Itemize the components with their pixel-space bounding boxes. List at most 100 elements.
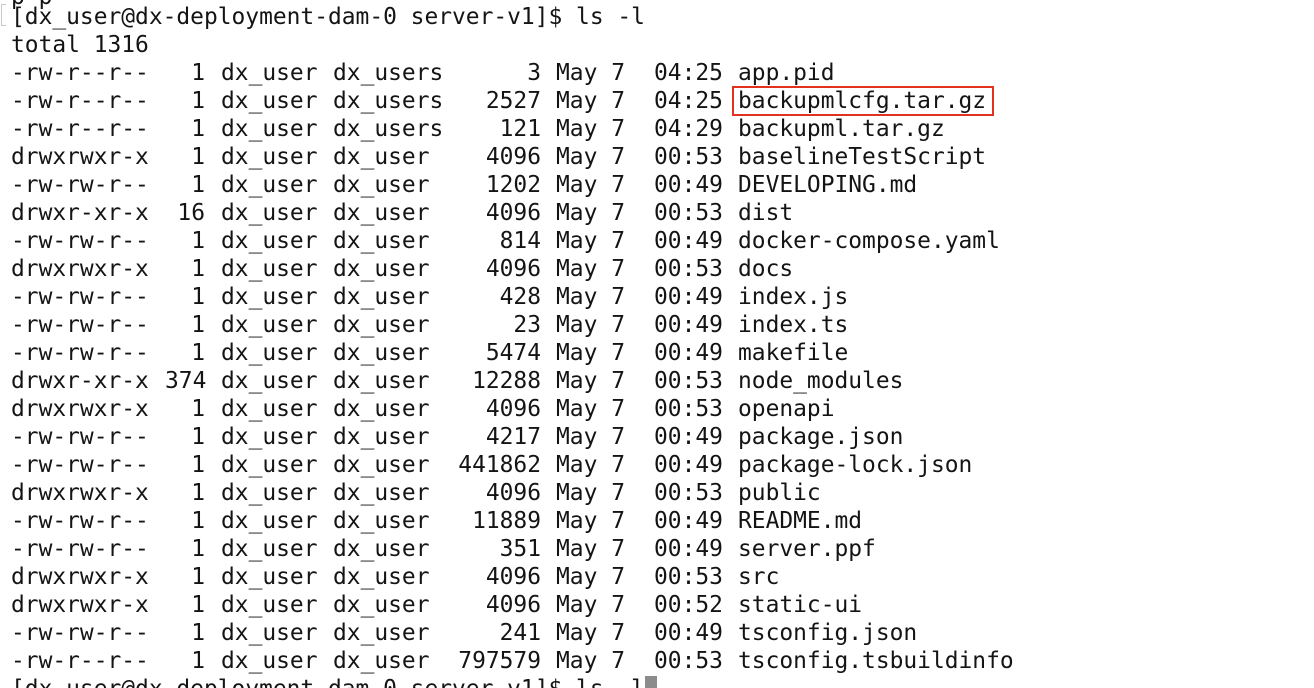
next-prompt-line[interactable]: [dx_user@dx-deployment-dam-0 server-v1]$… xyxy=(11,675,657,688)
owner: dx_user xyxy=(221,144,318,170)
listing-row: drwxrwxr-x 1 dx_user dx_user 4096 May 7 00:53 sr… xyxy=(11,563,1301,591)
owner: dx_user xyxy=(221,340,318,366)
day: 7 xyxy=(611,620,625,646)
link-count: 1 xyxy=(191,256,205,282)
terminal-window[interactable]: p p [dx_user@dx-deployment-dam-0 server-… xyxy=(0,0,1314,688)
month: May xyxy=(556,144,598,170)
month: May xyxy=(556,60,598,86)
line-mark-icon xyxy=(1,4,8,26)
group: dx_user xyxy=(333,200,430,226)
file-name: app.pid xyxy=(738,60,835,86)
time: 04:25 xyxy=(654,88,723,114)
listing-row: -rw-rw-r-- 1 dx_user dx_user 5474 May 7 00:49 ma… xyxy=(11,339,1301,367)
day: 7 xyxy=(611,284,625,310)
link-count: 16 xyxy=(177,200,205,226)
file-size: 12288 xyxy=(472,368,541,394)
link-count: 1 xyxy=(191,172,205,198)
file-name: index.js xyxy=(738,284,849,310)
permissions: -rw-rw-r-- xyxy=(11,312,149,338)
owner: dx_user xyxy=(221,200,318,226)
file-size: 797579 xyxy=(458,648,541,674)
file-name: README.md xyxy=(738,508,863,534)
time: 00:53 xyxy=(654,648,723,674)
prompt-line: [dx_user@dx-deployment-dam-0 server-v1]$… xyxy=(11,4,645,30)
permissions: drwxrwxr-x xyxy=(11,144,149,170)
file-name: docker-compose.yaml xyxy=(738,228,1000,254)
file-size: 4096 xyxy=(485,144,541,170)
month: May xyxy=(556,508,598,534)
day: 7 xyxy=(611,144,625,170)
day: 7 xyxy=(611,536,625,562)
day: 7 xyxy=(611,592,625,618)
listing-row: drwxrwxr-x 1 dx_user dx_user 4096 May 7 00:53 do… xyxy=(11,255,1301,283)
listing-row: -rw-rw-r-- 1 dx_user dx_user 4217 May 7 00:49 pa… xyxy=(11,423,1301,451)
group: dx_user xyxy=(333,452,430,478)
day: 7 xyxy=(611,256,625,282)
file-name: index.ts xyxy=(738,312,849,338)
file-size: 4096 xyxy=(485,396,541,422)
time: 00:49 xyxy=(654,424,723,450)
link-count: 1 xyxy=(191,88,205,114)
group: dx_user xyxy=(333,312,430,338)
month: May xyxy=(556,340,598,366)
group: dx_user xyxy=(333,368,430,394)
day: 7 xyxy=(611,312,625,338)
month: May xyxy=(556,256,598,282)
month: May xyxy=(556,452,598,478)
day: 7 xyxy=(611,60,625,86)
file-size: 4096 xyxy=(485,592,541,618)
file-size: 4096 xyxy=(485,200,541,226)
owner: dx_user xyxy=(221,620,318,646)
listing-row: -rw-r--r-- 1 dx_user dx_users 2527 May 7 04:25 b… xyxy=(11,86,1301,116)
listing-row: -rw-r--r-- 1 dx_user dx_user 797579 May 7 00:53… xyxy=(11,647,1301,675)
listing-row: -rw-rw-r-- 1 dx_user dx_user 1202 May 7 00:49 DE… xyxy=(11,171,1301,199)
permissions: drwxrwxr-x xyxy=(11,256,149,282)
file-name: src xyxy=(738,564,780,590)
permissions: -rw-rw-r-- xyxy=(11,452,149,478)
file-size: 241 xyxy=(499,620,541,646)
link-count: 1 xyxy=(191,144,205,170)
link-count: 1 xyxy=(191,228,205,254)
month: May xyxy=(556,396,598,422)
group: dx_user xyxy=(333,424,430,450)
file-name: backupmlcfg.tar.gz xyxy=(731,86,995,116)
month: May xyxy=(556,200,598,226)
month: May xyxy=(556,648,598,674)
permissions: drwxr-xr-x xyxy=(11,200,149,226)
day: 7 xyxy=(611,396,625,422)
owner: dx_user xyxy=(221,564,318,590)
listing-row: -rw-rw-r-- 1 dx_user dx_user 23 May 7 00:49 inde… xyxy=(11,311,1301,339)
month: May xyxy=(556,424,598,450)
time: 00:49 xyxy=(654,508,723,534)
link-count: 1 xyxy=(191,480,205,506)
day: 7 xyxy=(611,648,625,674)
file-name: package.json xyxy=(738,424,904,450)
time: 00:53 xyxy=(654,564,723,590)
listing-row: drwxr-xr-x 16 dx_user dx_user 4096 May 7 00:53 d… xyxy=(11,199,1301,227)
group: dx_user xyxy=(333,144,430,170)
time: 00:49 xyxy=(654,228,723,254)
group: dx_user xyxy=(333,648,430,674)
day: 7 xyxy=(611,340,625,366)
group: dx_user xyxy=(333,480,430,506)
listing-row: drwxrwxr-x 1 dx_user dx_user 4096 May 7 00:53 ba… xyxy=(11,143,1301,171)
group: dx_users xyxy=(333,60,444,86)
time: 00:49 xyxy=(654,452,723,478)
month: May xyxy=(556,592,598,618)
owner: dx_user xyxy=(221,396,318,422)
listing-row: -rw-rw-r-- 1 dx_user dx_user 428 May 7 00:49 ind… xyxy=(11,283,1301,311)
group: dx_user xyxy=(333,284,430,310)
owner: dx_user xyxy=(221,592,318,618)
file-size: 4096 xyxy=(485,564,541,590)
file-name: static-ui xyxy=(738,592,863,618)
owner: dx_user xyxy=(221,88,318,114)
time: 00:49 xyxy=(654,620,723,646)
permissions: -rw-rw-r-- xyxy=(11,228,149,254)
day: 7 xyxy=(611,508,625,534)
day: 7 xyxy=(611,172,625,198)
listing-row: -rw-r--r-- 1 dx_user dx_users 3 May 7 04:25 app.… xyxy=(11,59,1301,87)
owner: dx_user xyxy=(221,228,318,254)
owner: dx_user xyxy=(221,424,318,450)
month: May xyxy=(556,172,598,198)
link-count: 1 xyxy=(191,284,205,310)
